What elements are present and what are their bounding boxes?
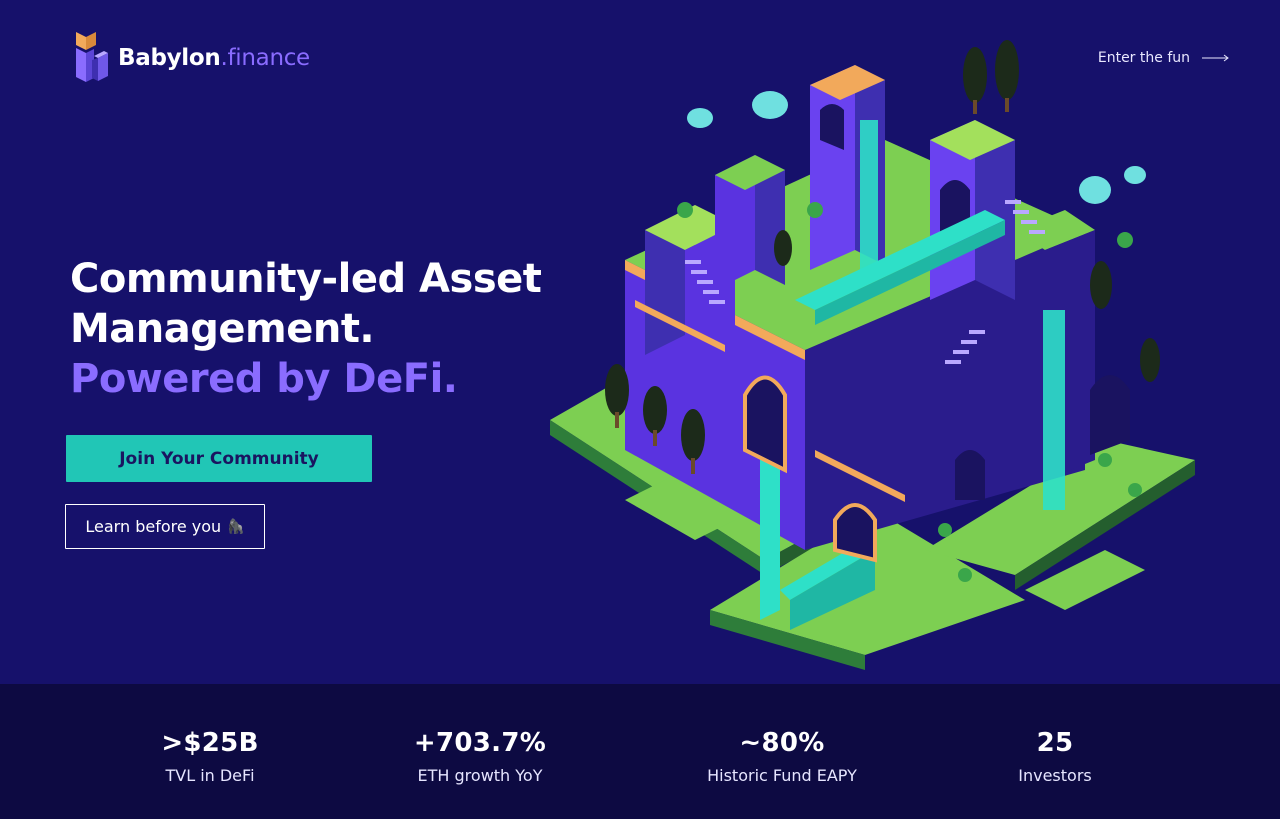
brand-logo[interactable]: Babylon.finance: [72, 30, 310, 86]
hero-headline: Community-led Asset Management. Powered …: [70, 254, 542, 404]
stat-label: Historic Fund EAPY: [707, 766, 857, 785]
stat-label: TVL in DeFi: [165, 766, 255, 785]
stat-value: 25: [1036, 728, 1074, 758]
stat-value: +703.7%: [413, 728, 547, 758]
stat-eth-growth: +703.7% ETH growth YoY: [360, 728, 600, 785]
headline-line-3: Powered by DeFi.: [70, 356, 458, 402]
headline-line-2: Management.: [70, 306, 375, 352]
isometric-city-illustration: [550, 40, 1195, 670]
brand-name: Babylon.finance: [118, 45, 310, 71]
headline-line-1: Community-led Asset: [70, 256, 542, 302]
stat-fund-eapy: ~80% Historic Fund EAPY: [662, 728, 902, 785]
babylon-logo-icon: [76, 32, 108, 82]
stat-tvl: >$25B TVL in DeFi: [90, 728, 330, 785]
join-community-button[interactable]: Join Your Community: [66, 435, 372, 482]
stat-value: ~80%: [739, 728, 825, 758]
stat-label: Investors: [1018, 766, 1092, 785]
stat-label: ETH growth YoY: [417, 766, 543, 785]
hero-section: Babylon.finance Enter the fun Community-…: [0, 0, 1280, 684]
stats-bar: >$25B TVL in DeFi +703.7% ETH growth YoY…: [0, 684, 1280, 819]
gorilla-icon: 🦍: [227, 518, 245, 535]
stat-investors: 25 Investors: [935, 728, 1175, 785]
stat-value: >$25B: [161, 728, 259, 758]
learn-before-label: Learn before you: [85, 517, 222, 536]
learn-before-button[interactable]: Learn before you 🦍: [65, 504, 265, 549]
